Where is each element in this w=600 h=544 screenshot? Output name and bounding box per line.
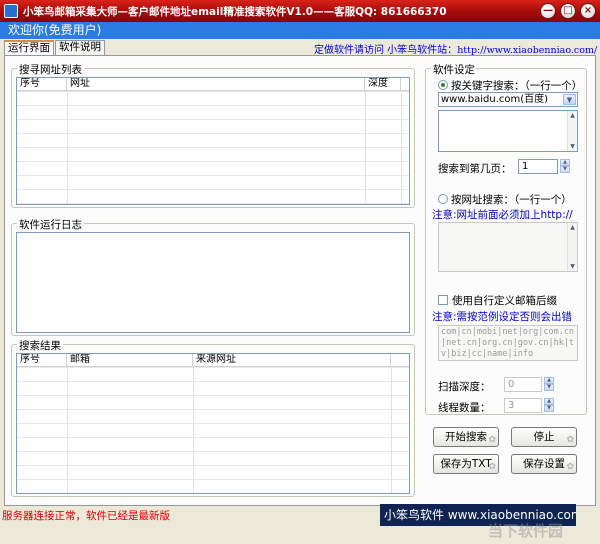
window-title: 小笨鸟邮箱采集大师—客户邮件地址email精准搜索软件V1.0——客服QQ: 8… [23,5,447,18]
log-group: 软件运行日志 [11,217,415,336]
radio-on-icon [438,80,448,90]
results-header: 序号 邮箱 来源网址 [17,354,409,367]
gear-icon: ✿ [488,435,496,445]
keyword-search-label: 按关键字搜索：（一行一个） [451,80,583,92]
scroll-down-icon[interactable]: ▼ [568,142,577,151]
stepper-up-icon[interactable]: ▲ [560,159,570,166]
engine-select[interactable]: www.baidu.com(百度) ▼ [438,92,578,107]
stepper-up-icon[interactable]: ▲ [544,398,554,405]
maximize-button[interactable]: □ [560,3,576,19]
url-list-grid[interactable]: 序号 网址 深度 [16,77,410,205]
col-source: 来源网址 [193,354,391,367]
start-search-label: 开始搜索 [445,431,487,443]
radio-off-icon [438,194,448,204]
col-depth: 深度 [365,78,401,91]
welcome-banner: 欢迎你(免费用户) [0,22,600,39]
url-scrollbar[interactable]: ▲ ▼ [567,223,577,271]
suffix-note: 注意:需按范例设定否则会出错 [432,311,573,323]
settings-group: 软件设定 按关键字搜索：（一行一个） www.baidu.com(百度) ▼ ▲… [425,62,587,415]
keyword-textarea[interactable]: ▲ ▼ [438,110,578,152]
col-index: 序号 [17,354,67,367]
gear-icon: ✿ [566,435,574,445]
save-settings-button[interactable]: 保存设置 ✿ [511,454,577,474]
engine-select-value: www.baidu.com(百度) [441,94,549,105]
start-search-button[interactable]: 开始搜索 ✿ [433,427,499,447]
run-panel: 搜寻网址列表 序号 网址 深度 软件运行日志 搜索结果 序号 邮箱 来源网址 软… [4,55,596,506]
url-list-title: 搜寻网址列表 [17,62,84,77]
title-bar: 小笨鸟邮箱采集大师—客户邮件地址email精准搜索软件V1.0——客服QQ: 8… [0,0,600,22]
scroll-down-icon[interactable]: ▼ [568,262,577,271]
settings-title: 软件设定 [431,62,477,77]
col-email: 邮箱 [67,354,193,367]
gear-icon: ✿ [566,462,574,472]
url-search-radio[interactable]: 按网址搜索：（一行一个） [438,192,572,207]
tab-run[interactable]: 运行界面 [4,40,54,56]
page-input[interactable]: 1 [518,159,558,174]
page-stepper[interactable]: ▲ ▼ [560,159,570,173]
tab-bar: 运行界面 软件说明 [4,40,106,56]
save-txt-button[interactable]: 保存为TXT ✿ [433,454,499,474]
custom-suffix-label: 使用自行定义邮箱后缀 [452,295,557,307]
save-txt-label: 保存为TXT [440,458,492,470]
url-search-label: 按网址搜索：（一行一个） [451,194,572,206]
custom-suffix-checkbox[interactable]: 使用自行定义邮箱后缀 [438,293,557,308]
watermark: 当下软件园 [488,522,564,540]
page-label: 搜索到第几页： [438,163,512,175]
checkbox-icon [438,295,448,305]
tab-help[interactable]: 软件说明 [55,40,105,55]
chevron-down-icon[interactable]: ▼ [563,94,576,105]
threads-stepper[interactable]: ▲ ▼ [544,398,554,412]
url-list-body [17,91,409,204]
stepper-down-icon[interactable]: ▼ [560,166,570,173]
log-title: 软件运行日志 [17,217,84,232]
save-settings-label: 保存设置 [523,458,565,470]
minimize-button[interactable]: — [540,3,556,19]
depth-input[interactable]: 0 [504,377,542,392]
stop-label: 停止 [533,431,555,443]
status-text: 服务器连接正常，软件已经是最新版 [2,510,170,522]
results-group: 搜索结果 序号 邮箱 来源网址 [11,338,415,497]
results-title: 搜索结果 [17,338,63,353]
keyword-search-radio[interactable]: 按关键字搜索：（一行一个） [438,78,582,93]
col-url: 网址 [67,78,365,91]
depth-stepper[interactable]: ▲ ▼ [544,377,554,391]
stop-button[interactable]: 停止 ✿ [511,427,577,447]
stepper-up-icon[interactable]: ▲ [544,377,554,384]
url-list-group: 搜寻网址列表 序号 网址 深度 [11,62,415,208]
suffix-textarea[interactable]: com|cn|mobi|net|org|com.cn|net.cn|org.cn… [438,325,578,361]
threads-input[interactable]: 3 [504,398,542,413]
results-body [17,367,409,493]
site-link[interactable]: 定做软件请访问 小笨鸟软件站：http://www.xiaobenniao.co… [314,41,597,56]
stepper-down-icon[interactable]: ▼ [544,384,554,391]
keyword-scrollbar[interactable]: ▲ ▼ [567,111,577,151]
scroll-up-icon[interactable]: ▲ [568,111,577,120]
stepper-down-icon[interactable]: ▼ [544,405,554,412]
url-note: 注意:网址前面必须加上http:// [432,209,573,221]
depth-label: 扫描深度： [438,381,491,393]
threads-label: 线程数量： [438,402,491,414]
results-grid[interactable]: 序号 邮箱 来源网址 [16,353,410,494]
col-index: 序号 [17,78,67,91]
app-icon [4,4,18,18]
log-textarea[interactable] [16,232,410,333]
url-list-header: 序号 网址 深度 [17,78,409,91]
url-textarea[interactable]: ▲ ▼ [438,222,578,272]
gear-icon: ✿ [488,462,496,472]
close-button[interactable]: × [580,3,596,19]
scroll-up-icon[interactable]: ▲ [568,223,577,232]
